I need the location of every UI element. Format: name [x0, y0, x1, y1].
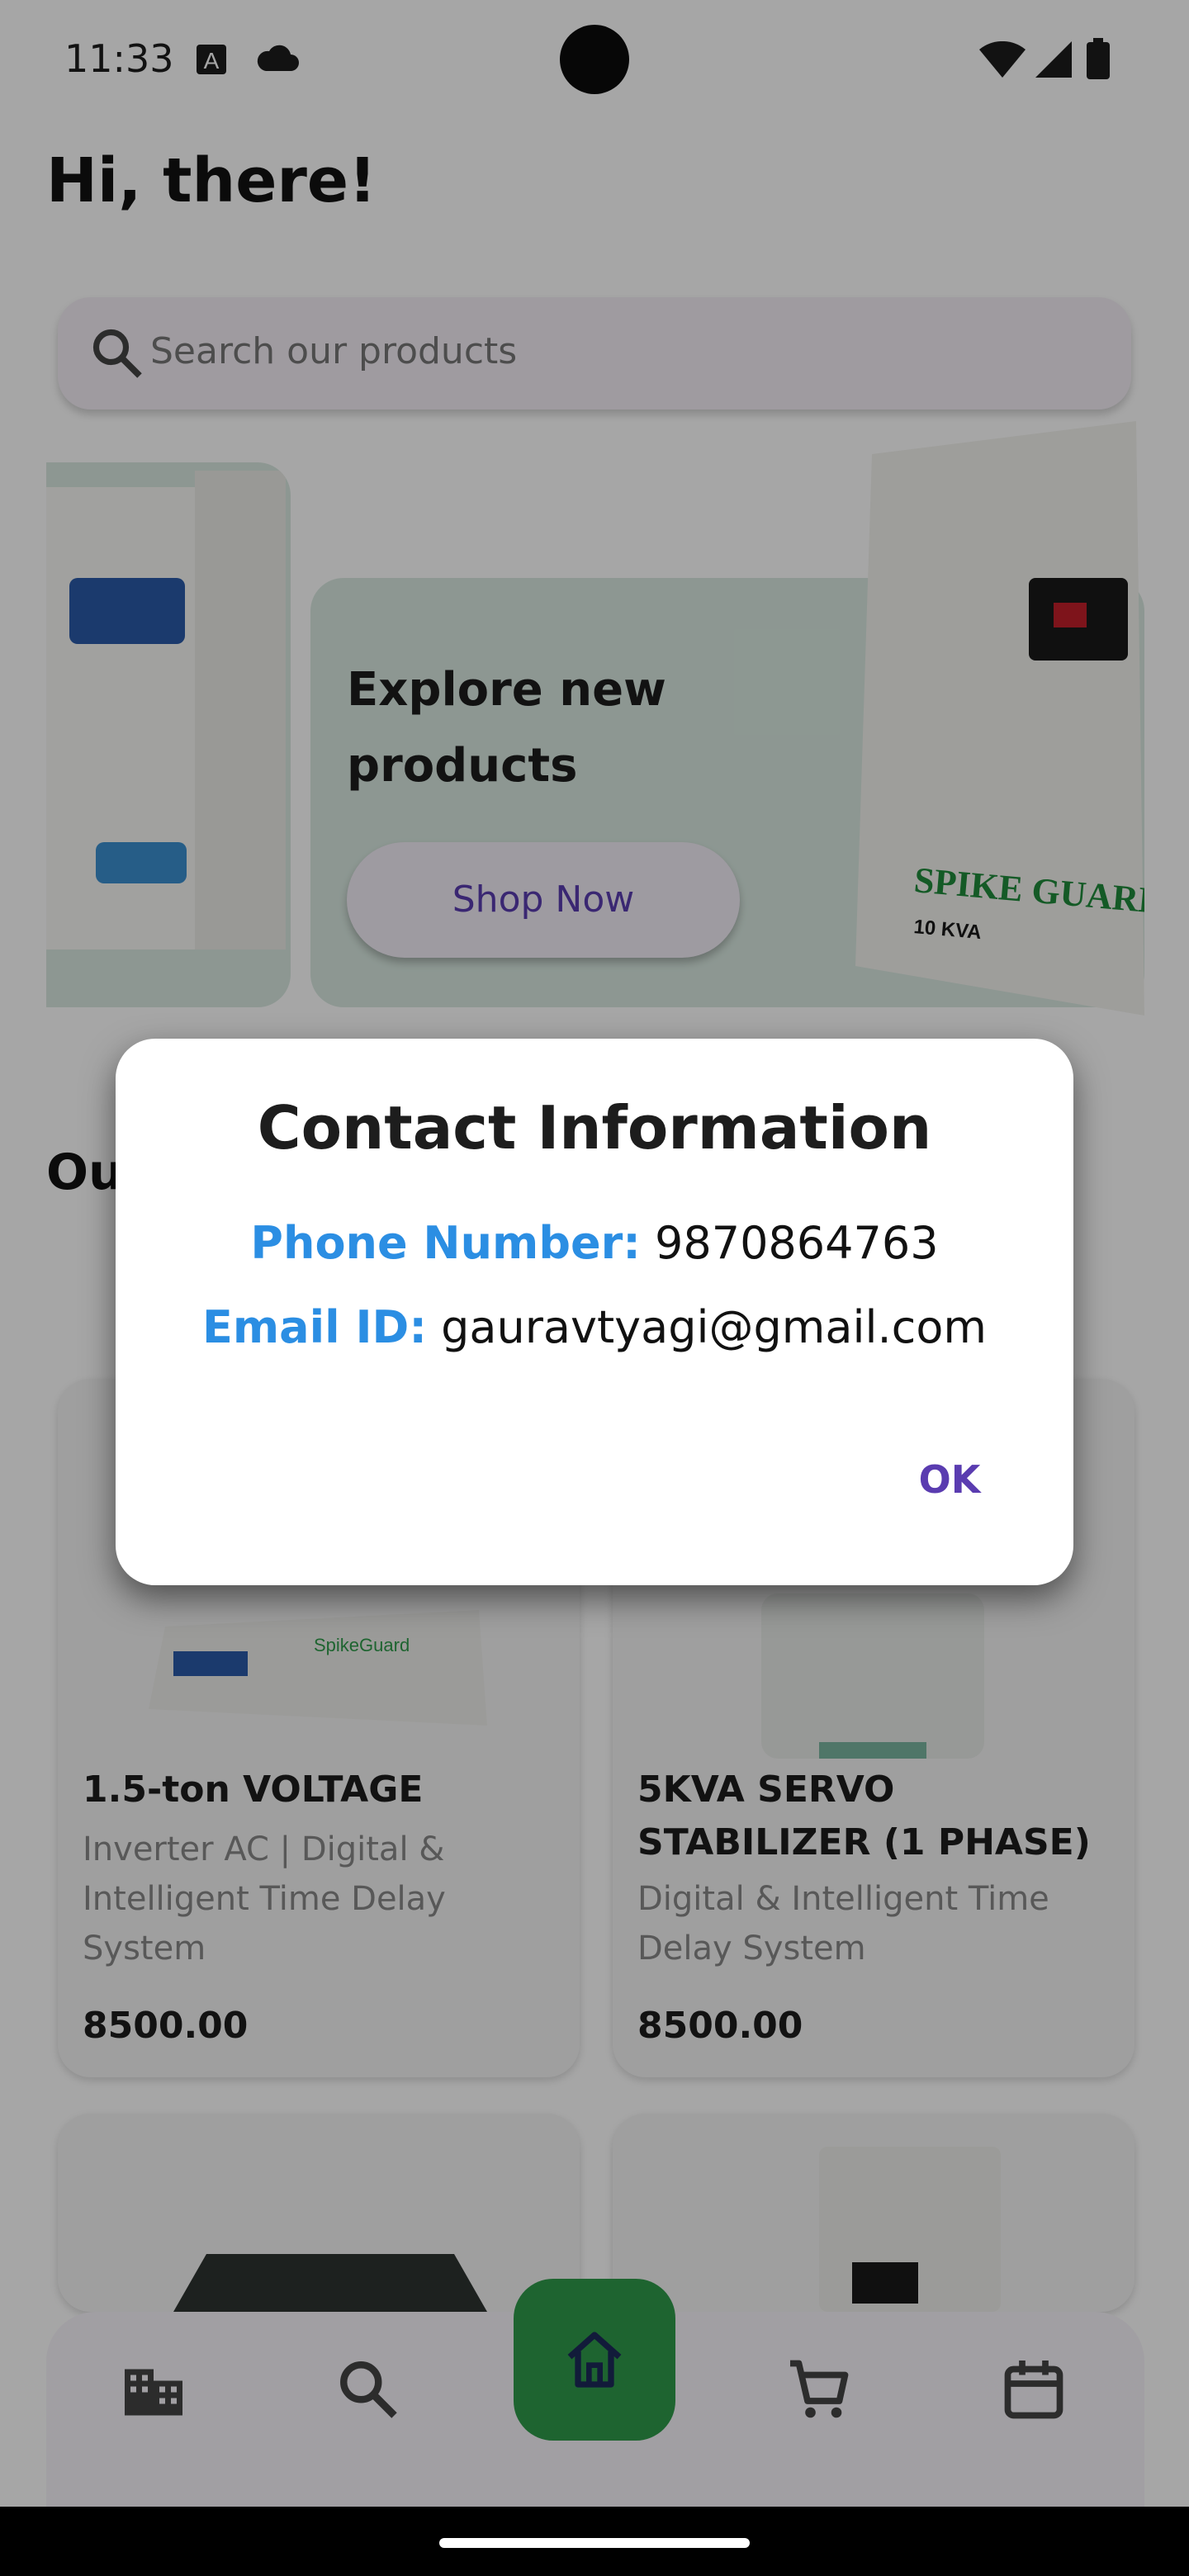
ok-button[interactable]: OK: [892, 1438, 1007, 1521]
email-label: Email ID:: [202, 1301, 427, 1353]
email-row: Email ID: gauravtyagi@gmail.com: [116, 1301, 1073, 1353]
email-value: gauravtyagi@gmail.com: [441, 1301, 987, 1353]
dialog-title: Contact Information: [257, 1093, 932, 1163]
phone-value: 9870864763: [655, 1217, 939, 1269]
contact-dialog: Contact Information Phone Number: 987086…: [116, 1039, 1073, 1585]
phone-label: Phone Number:: [250, 1217, 641, 1269]
phone-row: Phone Number: 9870864763: [116, 1217, 1073, 1269]
gesture-handle[interactable]: [439, 2538, 750, 2548]
